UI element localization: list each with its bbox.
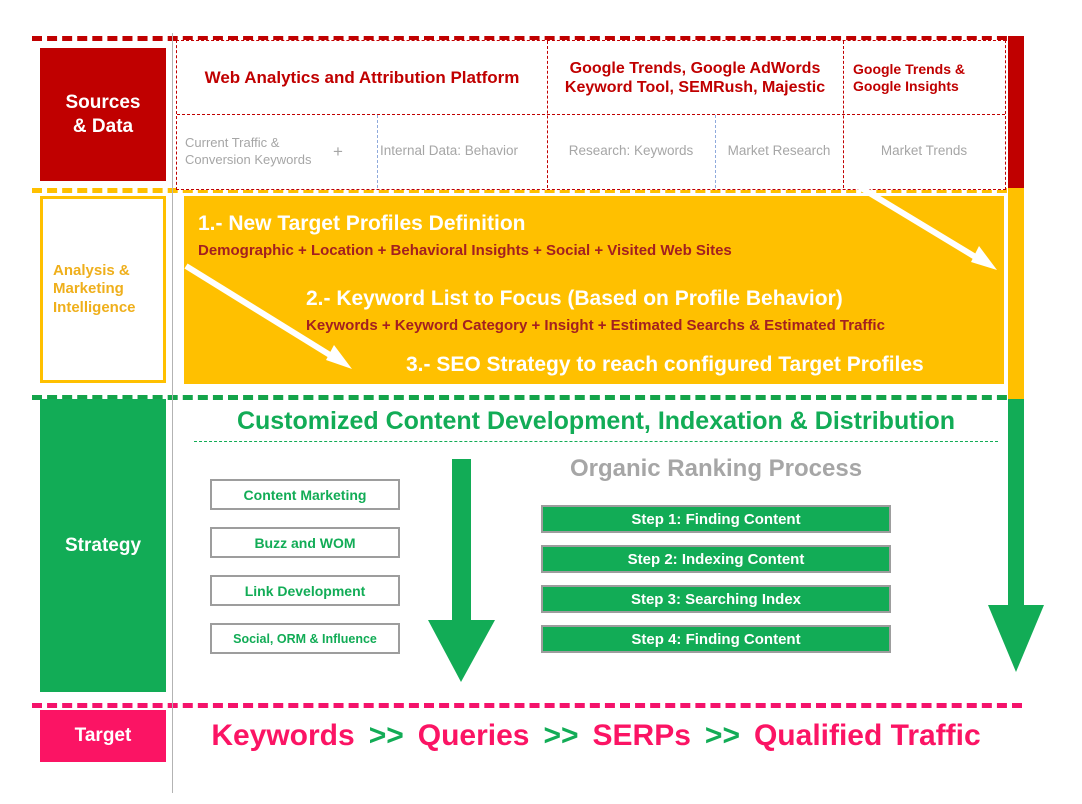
chip-social-orm-influence[interactable]: Social, ORM & Influence	[210, 623, 400, 654]
source-header-1: Web Analytics and Attribution Platform	[204, 67, 520, 87]
plus-icon: +	[333, 141, 343, 161]
source-subcell-internal-data: Internal Data: Behavior	[379, 143, 519, 159]
target-flow: Keywords >> Queries >> SERPs >> Qualifie…	[190, 712, 1002, 760]
chip-content-marketing[interactable]: Content Marketing	[210, 479, 400, 510]
row-label-analysis-text: Analysis & Marketing Intelligence	[53, 262, 136, 316]
source-subcell-current-traffic: Current Traffic & Conversion Keywords	[185, 135, 312, 167]
left-column-separator	[172, 33, 173, 793]
analysis-step-2-title: 2.- Keyword List to Focus (Based on Prof…	[306, 287, 843, 310]
row-label-sources-text: Sources & Data	[65, 92, 141, 137]
analysis-panel: 1.- New Target Profiles Definition Demog…	[184, 196, 1004, 384]
organic-ranking-process-title: Organic Ranking Process	[569, 455, 863, 482]
chip-link-development[interactable]: Link Development	[210, 575, 400, 606]
divider-target-top	[32, 703, 1022, 708]
analysis-step-2-detail: Keywords + Keyword Category + Insight + …	[306, 317, 885, 334]
strategy-title-underline	[194, 441, 998, 442]
source-subcell-market-trends: Market Trends	[880, 143, 968, 159]
analysis-step-3-title: 3.- SEO Strategy to reach configured Tar…	[406, 353, 924, 376]
target-token-queries: Queries	[417, 719, 530, 752]
step-2-indexing-content[interactable]: Step 2: Indexing Content	[541, 545, 891, 573]
step-1-finding-content[interactable]: Step 1: Finding Content	[541, 505, 891, 533]
row-label-strategy: Strategy	[40, 399, 166, 692]
source-subcell-market-research: Market Research	[727, 143, 831, 159]
row-label-target: Target	[40, 710, 166, 762]
chevron-double-right-icon-1: >>	[368, 719, 404, 752]
diagram-canvas: Sources & Data Analysis & Marketing Inte…	[0, 0, 1082, 804]
green-down-arrow-center	[428, 459, 495, 682]
target-token-qualified-traffic: Qualified Traffic	[753, 719, 981, 752]
rail-sources	[1008, 36, 1024, 188]
chevron-double-right-icon-3: >>	[704, 719, 740, 752]
green-down-arrow-right	[988, 399, 1044, 672]
row-label-target-text: Target	[74, 725, 132, 747]
row-label-analysis: Analysis & Marketing Intelligence	[40, 196, 166, 383]
divider-strategy-top	[32, 395, 1022, 400]
step-3-searching-index[interactable]: Step 3: Searching Index	[541, 585, 891, 613]
source-header-2: Google Trends, Google AdWords Keyword To…	[564, 59, 826, 96]
chevron-double-right-icon-2: >>	[543, 719, 579, 752]
source-header-3: Google Trends & Google Insights	[853, 61, 966, 94]
step-4-finding-content[interactable]: Step 4: Finding Content	[541, 625, 891, 653]
rail-analysis	[1008, 188, 1024, 399]
sources-data-table: Web Analytics and Attribution Platform G…	[176, 40, 1006, 190]
row-label-sources: Sources & Data	[40, 48, 166, 181]
analysis-step-1-detail: Demographic + Location + Behavioral Insi…	[198, 242, 732, 259]
target-token-keywords: Keywords	[211, 719, 355, 752]
row-label-strategy-text: Strategy	[64, 534, 142, 556]
strategy-title: Customized Content Development, Indexati…	[236, 407, 956, 435]
target-token-serps: SERPs	[592, 719, 691, 752]
analysis-step-1-title: 1.- New Target Profiles Definition	[198, 212, 526, 235]
source-subcell-research-keywords: Research: Keywords	[568, 143, 694, 159]
chip-buzz-and-wom[interactable]: Buzz and WOM	[210, 527, 400, 558]
